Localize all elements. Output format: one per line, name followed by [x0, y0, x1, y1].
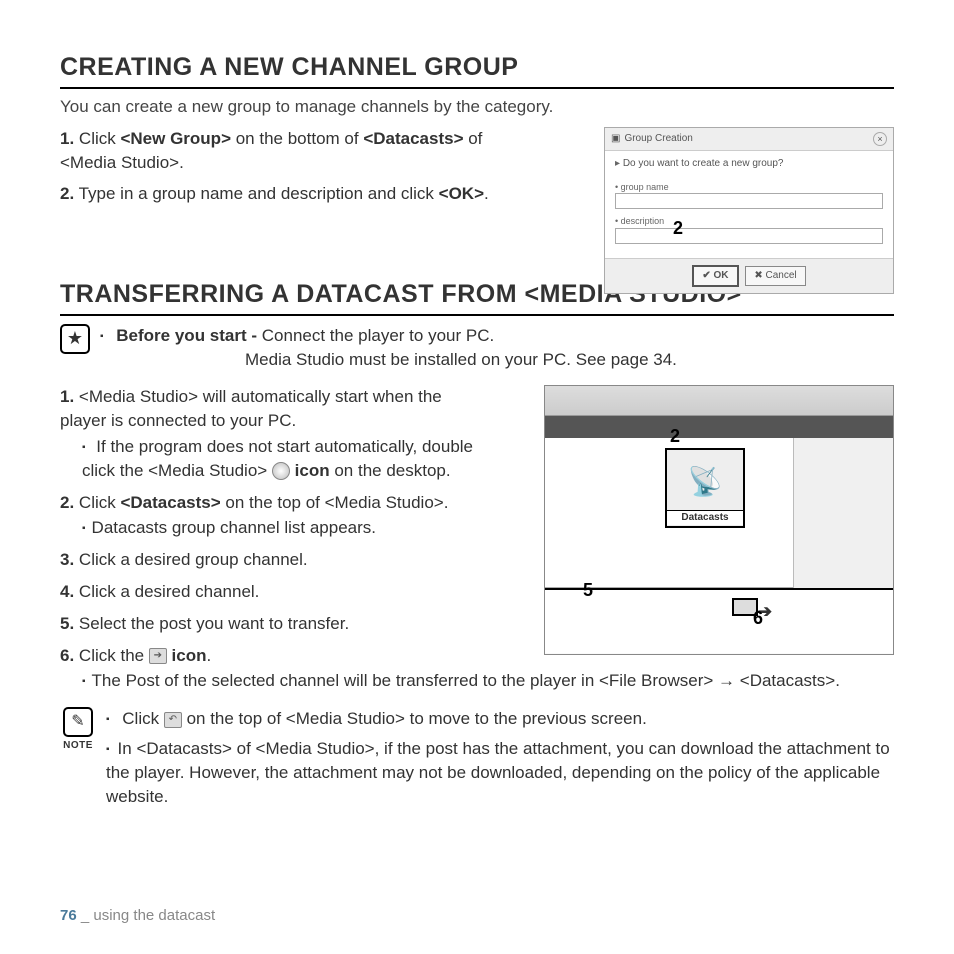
star-icon: ★ [60, 324, 90, 354]
note-icon: ✎ [63, 707, 93, 737]
step-number: 5. [60, 614, 74, 633]
heading-creating-group: CREATING A NEW CHANNEL GROUP [60, 50, 894, 89]
callout-5: 5 [583, 578, 593, 603]
ok-button[interactable]: ✔ OK [692, 265, 738, 287]
back-icon: ↶ [164, 712, 182, 728]
step-1: 1. <Media Studio> will automatically sta… [60, 385, 480, 482]
text: Click [74, 129, 120, 148]
before-start-line1: Before you start - Connect the player to… [100, 324, 677, 348]
callout-6: 6 [753, 606, 763, 631]
page-footer: 76 _ using the datacast [60, 905, 215, 926]
step-number: 2. [60, 184, 74, 203]
dialog-title: Group Creation [624, 132, 692, 146]
close-icon[interactable]: × [873, 132, 887, 146]
text: Click the [74, 646, 149, 665]
footer-section: using the datacast [93, 907, 215, 924]
page-number: 76 [60, 907, 77, 924]
text: on the bottom of [231, 129, 363, 148]
step-1: 1. Click <New Group> on the bottom of <D… [60, 127, 515, 175]
note-item-1: Click ↶ on the top of <Media Studio> to … [106, 707, 894, 731]
app-titlebar [545, 386, 893, 416]
text: on the top of <Media Studio>. [221, 493, 449, 512]
cancel-button[interactable]: ✖ Cancel [745, 266, 805, 286]
note-item-2: In <Datacasts> of <Media Studio>, if the… [106, 737, 894, 808]
step-2: 2. Type in a group name and description … [60, 182, 515, 206]
step-number: 4. [60, 582, 74, 601]
step-number: 1. [60, 387, 74, 406]
note-label: NOTE [60, 739, 96, 753]
before-start-line2: Media Studio must be installed on your P… [100, 348, 677, 372]
text: . [484, 184, 489, 203]
step-2: 2. Click <Datacasts> on the top of <Medi… [60, 491, 480, 541]
text: Click [122, 709, 164, 728]
text: . [207, 646, 212, 665]
step-number: 2. [60, 493, 74, 512]
step-number: 3. [60, 550, 74, 569]
callout-2: 2 [670, 424, 680, 449]
label-description: description [615, 215, 883, 228]
media-studio-icon [272, 462, 290, 480]
bold: Before you start - [116, 326, 257, 345]
step-number: 6. [60, 646, 74, 665]
bold: <Datacasts> [120, 493, 220, 512]
text: <Media Studio> will automatically start … [60, 387, 442, 430]
step-number: 1. [60, 129, 74, 148]
bold: <OK> [439, 184, 484, 203]
dialog-question: Do you want to create a new group? [615, 157, 883, 171]
intro-text: You can create a new group to manage cha… [60, 95, 894, 119]
bold: icon [167, 646, 207, 665]
datacasts-label: Datacasts [667, 510, 743, 525]
text: Click a desired channel. [74, 582, 259, 601]
transfer-icon: ➔ [149, 648, 167, 664]
input-group-name[interactable] [615, 193, 883, 209]
bold: <Datacasts> [363, 129, 463, 148]
media-studio-screenshot: 📡 Datacasts 2 5 6 [544, 385, 894, 655]
device-panel [793, 438, 893, 588]
text: Type in a group name and description and… [74, 184, 438, 203]
bold: icon [290, 461, 330, 480]
sub-step: Datacasts group channel list appears. [82, 516, 480, 540]
sub-step: The Post of the selected channel will be… [82, 669, 894, 693]
text: Select the post you want to transfer. [74, 614, 349, 633]
callout-2: 2 [673, 216, 683, 241]
window-icon: ▣ [611, 132, 620, 146]
input-description[interactable] [615, 228, 883, 244]
text: Connect the player to your PC. [257, 326, 494, 345]
footer-sep: _ [77, 907, 94, 924]
datacasts-tile[interactable]: 📡 Datacasts [665, 448, 745, 528]
app-toolbar [545, 416, 893, 438]
sub-step: If the program does not start automatica… [82, 435, 480, 483]
bold: <New Group> [120, 129, 231, 148]
label-group-name: group name [615, 181, 883, 194]
text: Click a desired group channel. [74, 550, 307, 569]
text: Click [74, 493, 120, 512]
text: on the desktop. [330, 461, 451, 480]
group-creation-dialog: ▣ Group Creation × Do you want to create… [604, 127, 894, 294]
text: on the top of <Media Studio> to move to … [182, 709, 647, 728]
